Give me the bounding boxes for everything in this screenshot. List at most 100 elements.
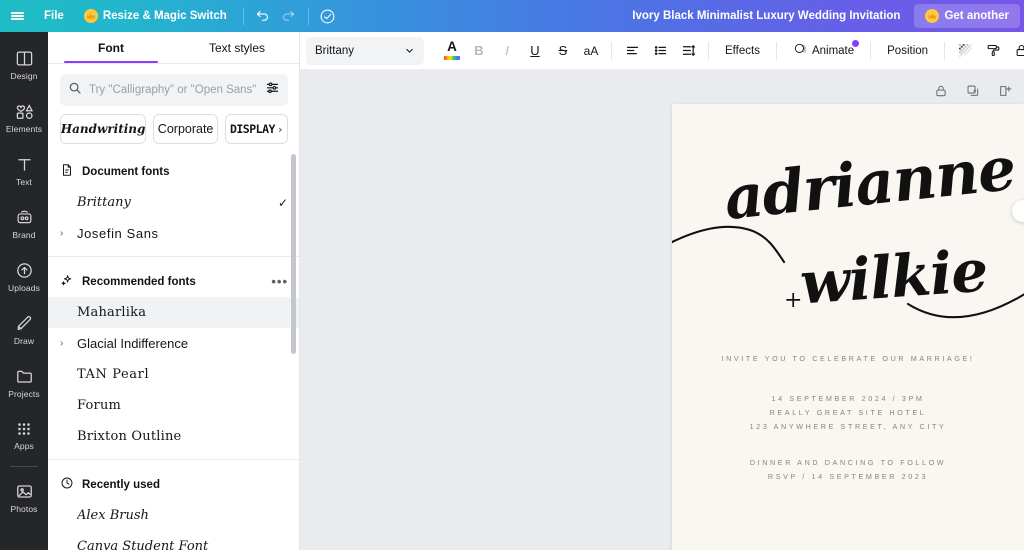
get-another-button[interactable]: Get another xyxy=(914,4,1020,28)
font-row-forum[interactable]: Forum xyxy=(48,390,300,421)
sidebar-divider xyxy=(10,466,38,467)
tab-text-styles-label: Text styles xyxy=(208,40,265,55)
design-page-card[interactable]: adrianne + wilkie INVITE YOU TO CELEBRAT… xyxy=(672,104,1024,550)
sidebar-label-design: Design xyxy=(10,70,38,81)
text-toolbar: Brittany – + A B I xyxy=(300,32,1024,70)
line-spacing-icon[interactable] xyxy=(675,37,701,65)
animate-badge-dot xyxy=(852,39,860,47)
canvas-area[interactable]: adrianne + wilkie INVITE YOU TO CELEBRAT… xyxy=(300,70,1024,550)
sidebar-item-brand[interactable]: Brand xyxy=(0,197,48,250)
transparency-icon[interactable] xyxy=(952,37,978,65)
resize-magic-switch-button[interactable]: Resize & Magic Switch xyxy=(74,4,237,28)
hamburger-icon[interactable] xyxy=(0,0,34,32)
search-icon xyxy=(68,81,82,100)
section-header-recently-used: Recently used xyxy=(48,467,300,500)
sidebar-item-design[interactable]: Design xyxy=(0,38,48,91)
chevron-right-icon-josefin[interactable]: › xyxy=(60,228,70,239)
card-rsvp-line[interactable]: RSVP / 14 SEPTEMBER 2023 xyxy=(672,470,1024,484)
card-date-line[interactable]: 14 SEPTEMBER 2024 / 3PM xyxy=(672,392,1024,406)
sidebar-label-uploads: Uploads xyxy=(8,282,40,293)
font-list-scroll-area[interactable]: Document fonts Brittany ✓ › Josefin Sans… xyxy=(48,154,300,550)
file-menu-button[interactable]: File xyxy=(34,4,74,28)
chevron-right-icon-glacial[interactable]: › xyxy=(60,338,70,349)
get-another-label: Get another xyxy=(944,10,1009,22)
animate-button[interactable]: Animate xyxy=(784,37,863,65)
chevron-right-icon: › xyxy=(276,122,284,136)
font-family-select[interactable]: Brittany xyxy=(306,36,424,65)
page-lock-icon[interactable] xyxy=(930,80,952,102)
sidebar-item-photos[interactable]: Photos xyxy=(0,471,48,524)
font-name-glacial-indifference: Glacial Indifference xyxy=(77,336,189,351)
paint-roller-icon[interactable] xyxy=(980,37,1006,65)
tab-font[interactable]: Font xyxy=(48,32,174,63)
chip-handwriting[interactable]: Handwriting xyxy=(60,114,147,144)
sidebar-item-text[interactable]: Text xyxy=(0,144,48,197)
card-name-line-2[interactable]: wilkie xyxy=(798,237,989,318)
underline-button[interactable]: U xyxy=(522,37,548,65)
redo-icon[interactable] xyxy=(276,3,302,29)
resize-magic-switch-label: Resize & Magic Switch xyxy=(102,10,227,22)
letter-case-button[interactable]: aA xyxy=(578,37,604,65)
strikethrough-button[interactable]: S xyxy=(550,37,576,65)
font-row-glacial-indifference[interactable]: › Glacial Indifference xyxy=(48,328,300,359)
document-title[interactable]: Ivory Black Minimalist Luxury Wedding In… xyxy=(632,10,914,22)
search-box[interactable] xyxy=(60,74,288,106)
header-divider-2 xyxy=(307,7,309,25)
tab-text-styles[interactable]: Text styles xyxy=(174,32,300,63)
undo-icon[interactable] xyxy=(250,3,276,29)
bullet-list-icon[interactable] xyxy=(647,37,673,65)
sliders-icon[interactable] xyxy=(265,80,280,100)
sidebar-item-apps[interactable]: Apps xyxy=(0,409,48,462)
lock-icon[interactable] xyxy=(1008,37,1024,65)
card-invite-line[interactable]: INVITE YOU TO CELEBRATE OUR MARRIAGE! xyxy=(672,352,1024,366)
font-row-alex-brush[interactable]: Alex Brush xyxy=(48,500,300,531)
font-name-maharlika: Maharlika xyxy=(77,305,147,320)
more-dots-icon[interactable]: ••• xyxy=(271,274,288,289)
font-category-chips: Handwriting Corporate DISPLAY › xyxy=(48,114,300,154)
add-page-icon[interactable] xyxy=(994,80,1016,102)
card-ampersand[interactable]: + xyxy=(784,288,802,313)
duplicate-page-icon[interactable] xyxy=(962,80,984,102)
section-title-recommended-fonts: Recommended fonts xyxy=(82,275,196,288)
effects-label: Effects xyxy=(725,44,760,57)
font-row-tan-pearl[interactable]: TAN Pearl xyxy=(48,359,300,390)
sidebar-item-elements[interactable]: Elements xyxy=(0,91,48,144)
font-row-canva-student-font[interactable]: Canva Student Font xyxy=(48,531,300,550)
effects-button[interactable]: Effects xyxy=(716,37,769,65)
sidebar-label-brand: Brand xyxy=(12,229,36,240)
align-left-icon[interactable] xyxy=(619,37,645,65)
card-address-line[interactable]: 123 ANYWHERE STREET, ANY CITY xyxy=(672,420,1024,434)
left-sidebar-rail: Design Elements Text Brand Uploads Draw … xyxy=(0,32,48,550)
font-name-brittany: Brittany xyxy=(77,195,131,210)
sidebar-label-elements: Elements xyxy=(5,123,43,134)
italic-button[interactable]: I xyxy=(494,37,520,65)
font-row-josefin-sans[interactable]: › Josefin Sans xyxy=(48,218,300,249)
card-follow-line[interactable]: DINNER AND DANCING TO FOLLOW xyxy=(672,456,1024,470)
chip-display[interactable]: DISPLAY › xyxy=(225,114,288,144)
toolbar-divider-1 xyxy=(611,41,612,60)
search-input[interactable] xyxy=(89,84,258,96)
panel-scrollbar[interactable] xyxy=(291,154,296,354)
font-name-forum: Forum xyxy=(77,398,122,413)
sidebar-item-draw[interactable]: Draw xyxy=(0,303,48,356)
card-venue-line[interactable]: REALLY GREAT SITE HOTEL xyxy=(672,406,1024,420)
cloud-check-icon[interactable] xyxy=(315,3,341,29)
crown-icon xyxy=(83,9,98,23)
canva-editor-window: File Resize & Magic Switch Ivory Black M… xyxy=(0,0,1024,550)
chip-display-label: DISPLAY xyxy=(229,122,275,136)
font-row-brittany[interactable]: Brittany ✓ xyxy=(48,187,300,218)
header-divider xyxy=(242,7,244,25)
font-row-brixton-outline[interactable]: Brixton Outline xyxy=(48,421,300,452)
card-name-line-1[interactable]: adrianne xyxy=(721,134,1018,234)
file-menu-label: File xyxy=(44,10,64,22)
position-button[interactable]: Position xyxy=(878,37,937,65)
font-row-maharlika[interactable]: Maharlika xyxy=(48,297,300,328)
text-color-button[interactable]: A xyxy=(440,37,464,65)
animate-label: Animate xyxy=(811,44,855,57)
sidebar-item-projects[interactable]: Projects xyxy=(0,356,48,409)
top-header-bar: File Resize & Magic Switch Ivory Black M… xyxy=(0,0,1024,32)
chip-corporate[interactable]: Corporate xyxy=(153,114,218,144)
sidebar-item-uploads[interactable]: Uploads xyxy=(0,250,48,303)
bold-button[interactable]: B xyxy=(466,37,492,65)
panel-right-edge xyxy=(299,32,300,550)
